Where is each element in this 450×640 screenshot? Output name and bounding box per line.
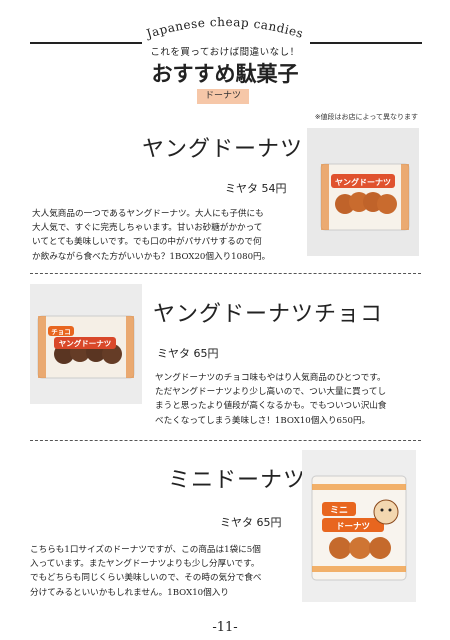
arc-title-text: Japanese cheap candies <box>143 15 305 42</box>
product-description: 大人気商品の一つであるヤングドーナツ。大人にも子供にも 大人気で、すぐに完売しち… <box>32 207 302 264</box>
product-description: こちらも1口サイズのドーナツですが、この商品は1袋に5個 入っています。またヤン… <box>30 543 302 600</box>
mascot-icon <box>373 499 399 525</box>
page-number: -11- <box>212 620 238 635</box>
package-badge-text: チョコ <box>51 328 71 336</box>
category-tag: ドーナツ <box>197 89 249 104</box>
description-line: 大人気商品の一つであるヤングドーナツ。大人にも子供にも <box>32 209 264 219</box>
product-description: ヤングドーナツのチョコ味もやはり人気商品のひとつです。 ただヤングドーナツより少… <box>155 371 425 428</box>
product-price: ミヤタ 65円 <box>157 347 219 360</box>
svg-text:Japanese cheap candies: Japanese cheap candies <box>143 15 305 42</box>
section-divider <box>30 273 421 274</box>
product-name: ミニドーナツ <box>168 468 307 493</box>
description-line: まうと思ったより値段が高くなるかも。でもついつい沢山食 <box>155 401 387 412</box>
product-photo: ヤングドーナツ <box>307 128 419 256</box>
description-line: べたくなってしまう美味しさ！1BOX10個入り650円。 <box>155 415 371 426</box>
package-badge-text: ミニ <box>330 505 348 516</box>
description-line: 大人気で、すぐに完売しちゃいます。甘いお砂糖がかかって <box>32 223 263 234</box>
package-text: ドーナツ <box>336 522 370 532</box>
description-line: ただヤングドーナツより少し高いので、つい大量に買ってし <box>155 387 387 398</box>
subheading: これを買っておけば間違いなし！ <box>150 47 300 58</box>
description-line: いてとても美味しいです。でも口の中がパサパサするので何 <box>32 237 262 248</box>
product-photo: ミニ ドーナツ <box>302 450 416 602</box>
section-divider <box>30 440 421 441</box>
product-name: ヤングドーナツチョコ <box>153 302 384 327</box>
description-line: でもどちらも同じくらい美味しいので、その時の気分で食べ <box>30 573 262 584</box>
product-price: ミヤタ 54円 <box>225 182 287 195</box>
arc-title: Japanese cheap candies <box>130 6 320 46</box>
package-text: ヤングドーナツ <box>335 177 391 187</box>
product-photo: チョコ ヤングドーナツ <box>30 284 142 404</box>
description-line: ヤングドーナツのチョコ味もやはり人気商品のひとつです。 <box>155 373 386 383</box>
package-text: ヤングドーナツ <box>59 338 112 348</box>
description-line: こちらも1口サイズのドーナツですが、この商品は1袋に5個 <box>30 545 261 555</box>
description-line: 分けてみるといいかもしれません。1BOX10個入り <box>30 587 229 598</box>
product-name: ヤングドーナツ <box>142 137 304 162</box>
page-title: おすすめ駄菓子 <box>151 62 299 86</box>
price-note: ※値段はお店によって異なります <box>314 113 418 121</box>
product-price: ミヤタ 65円 <box>220 516 282 529</box>
description-line: か飲みながら食べた方がいいかも？1BOX20個入り1080円。 <box>32 251 271 262</box>
description-line: 入っています。またヤングドーナツよりも少し分厚いです。 <box>30 559 260 570</box>
